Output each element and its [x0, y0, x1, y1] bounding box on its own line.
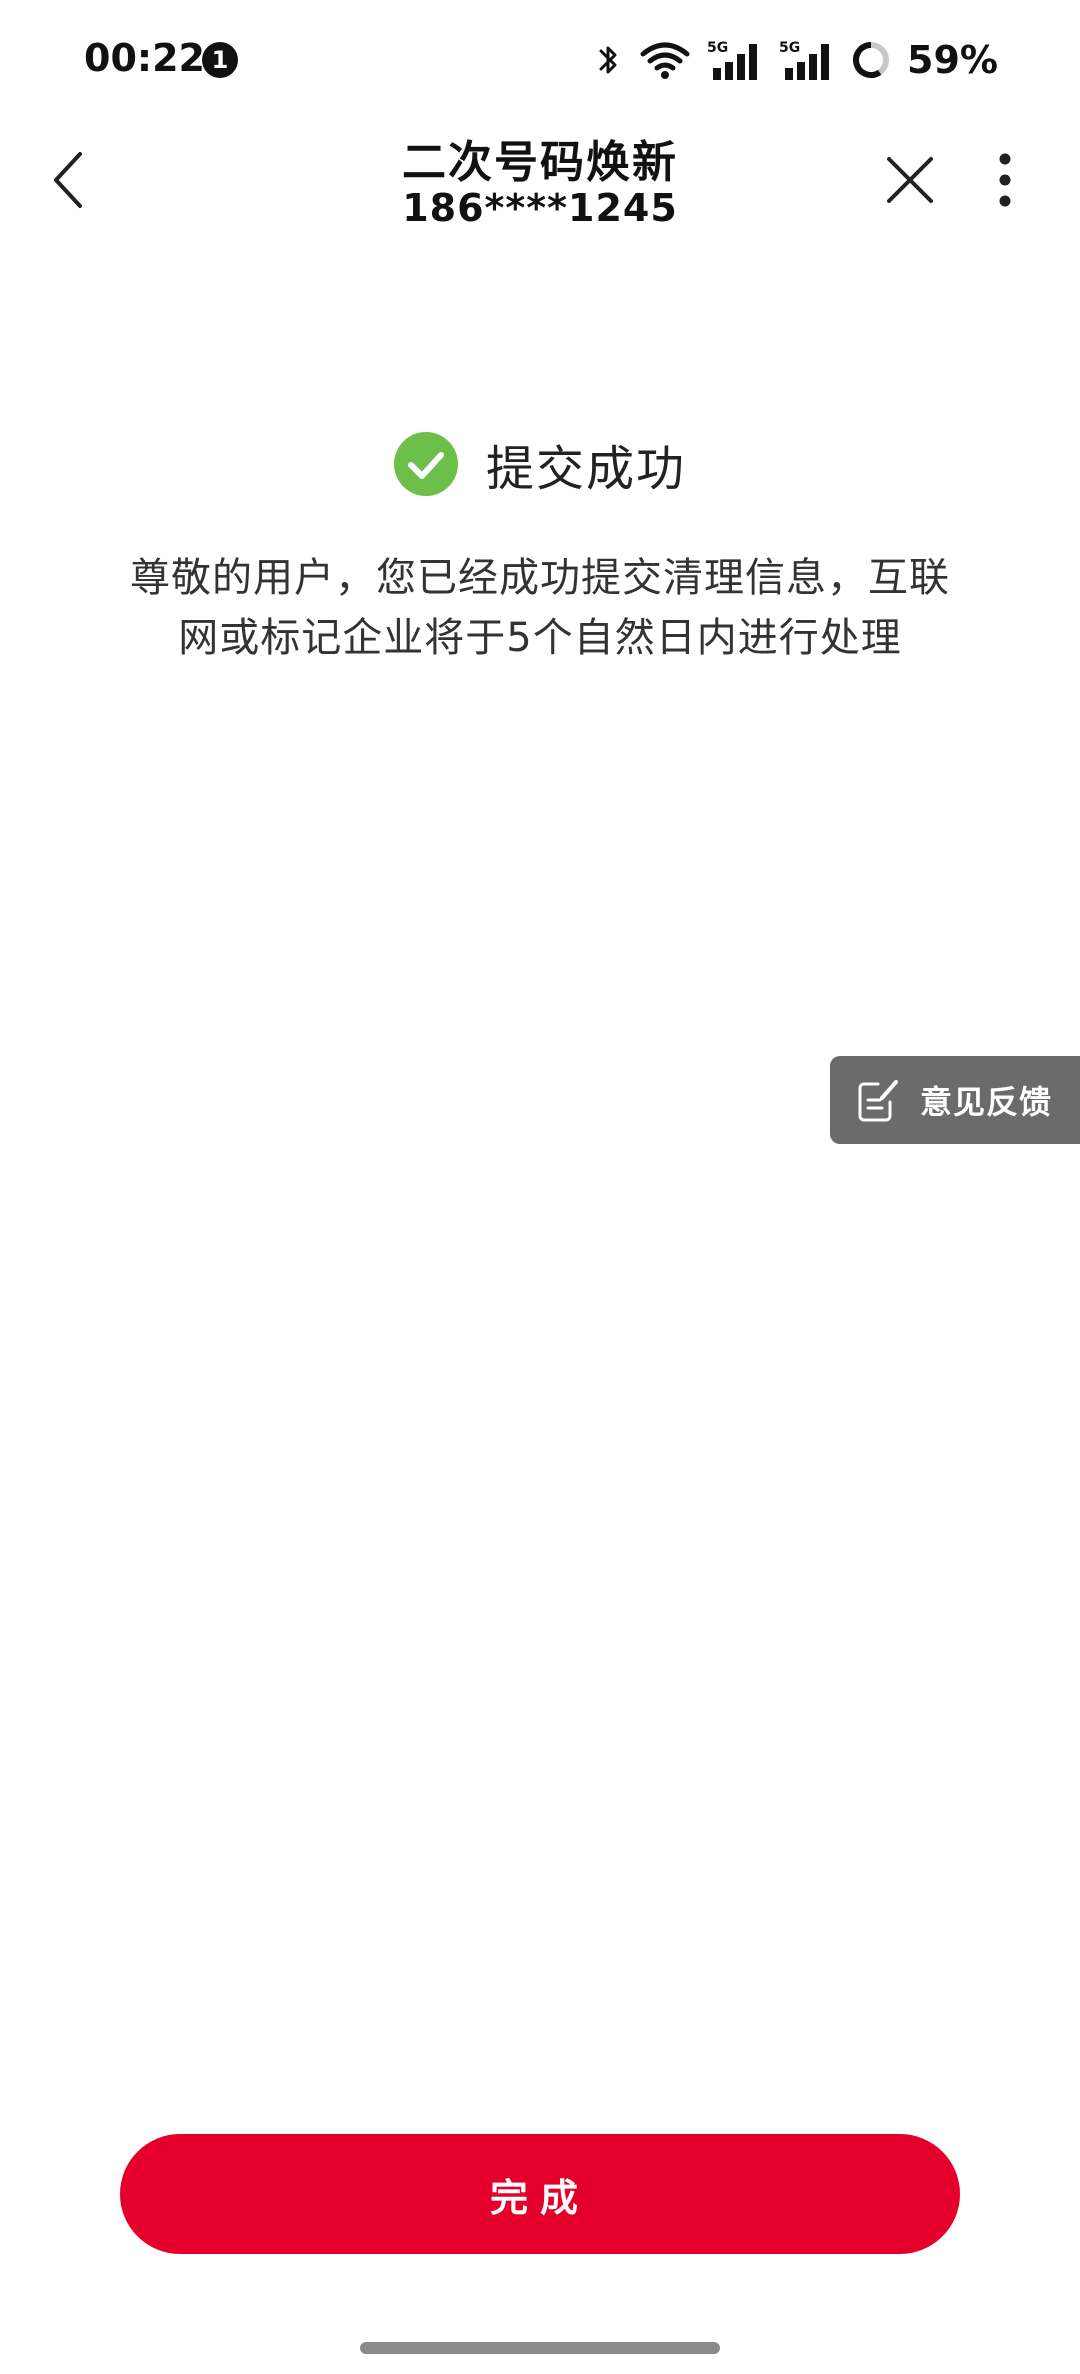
close-icon [887, 157, 933, 203]
success-title: 提交成功 [485, 441, 686, 497]
status-icons: 5G 5G 59% [595, 30, 998, 90]
signal-5g-icon: 5G [707, 40, 758, 80]
home-indicator[interactable] [360, 2342, 720, 2354]
success-message: 尊敬的用户，您已经成功提交清理信息，互联网或标记企业将于5个自然日内进行处理 [130, 555, 950, 661]
check-circle-icon [393, 432, 458, 496]
status-bar: 00:22 1 5G 5G 59% [0, 0, 1080, 120]
wifi-icon [640, 42, 690, 79]
edit-note-icon [858, 1080, 898, 1122]
signal-5g-icon: 5G [779, 40, 830, 80]
bluetooth-icon [599, 46, 617, 74]
network-label: 5G [779, 40, 800, 56]
feedback-button[interactable]: 意见反馈 [830, 1056, 1080, 1144]
success-header: 提交成功 [0, 428, 1080, 500]
done-button[interactable]: 完成 [120, 2134, 960, 2254]
close-button[interactable] [874, 144, 946, 216]
nav-bar: 二次号码焕新 186****1245 [0, 120, 1080, 244]
network-label: 5G [707, 40, 728, 56]
battery-ring-icon [853, 42, 890, 78]
notification-badge: 1 [202, 42, 238, 78]
more-button[interactable] [980, 144, 1030, 216]
feedback-label: 意见反馈 [920, 1083, 1053, 1121]
status-time: 00:22 [84, 36, 205, 80]
battery-percent: 59% [907, 38, 998, 82]
more-vertical-icon [999, 153, 1011, 207]
